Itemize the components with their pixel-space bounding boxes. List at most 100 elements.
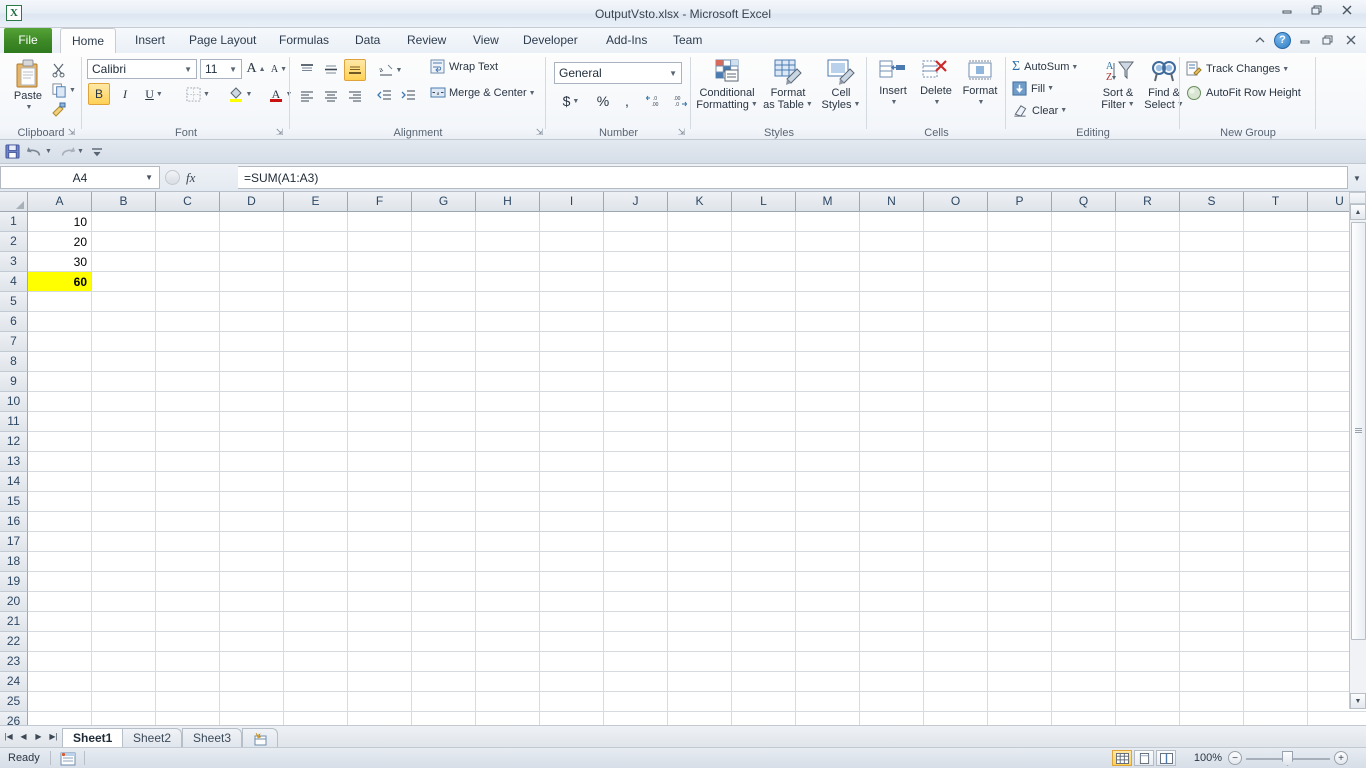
cell-H11[interactable] [476, 412, 540, 432]
page-break-preview-button[interactable] [1156, 750, 1176, 766]
cell-E5[interactable] [284, 292, 348, 312]
column-header-R[interactable]: R [1116, 192, 1180, 212]
cell-C11[interactable] [156, 412, 220, 432]
cell-D21[interactable] [220, 612, 284, 632]
cell-I17[interactable] [540, 532, 604, 552]
cell-N25[interactable] [860, 692, 924, 712]
cell-F12[interactable] [348, 432, 412, 452]
cell-M7[interactable] [796, 332, 860, 352]
cell-R24[interactable] [1116, 672, 1180, 692]
cell-N13[interactable] [860, 452, 924, 472]
cell-O23[interactable] [924, 652, 988, 672]
cell-I12[interactable] [540, 432, 604, 452]
cell-N7[interactable] [860, 332, 924, 352]
cell-K6[interactable] [668, 312, 732, 332]
merge-center-button[interactable]: a Merge & Center ▼ [430, 85, 536, 101]
row-header-18[interactable]: 18 [0, 552, 28, 572]
grow-font-icon[interactable]: A ▲ [245, 58, 267, 80]
row-header-7[interactable]: 7 [0, 332, 28, 352]
cell-H20[interactable] [476, 592, 540, 612]
cell-I4[interactable] [540, 272, 604, 292]
zoom-slider[interactable]: − + [1228, 750, 1348, 766]
row-header-21[interactable]: 21 [0, 612, 28, 632]
cell-N21[interactable] [860, 612, 924, 632]
cell-P6[interactable] [988, 312, 1052, 332]
cell-D19[interactable] [220, 572, 284, 592]
cell-H18[interactable] [476, 552, 540, 572]
row-header-15[interactable]: 15 [0, 492, 28, 512]
cell-M6[interactable] [796, 312, 860, 332]
cell-F13[interactable] [348, 452, 412, 472]
cell-P20[interactable] [988, 592, 1052, 612]
row-header-6[interactable]: 6 [0, 312, 28, 332]
cell-S2[interactable] [1180, 232, 1244, 252]
cell-B19[interactable] [92, 572, 156, 592]
row-header-4[interactable]: 4 [0, 272, 28, 292]
align-middle-icon[interactable] [320, 59, 342, 81]
cell-H6[interactable] [476, 312, 540, 332]
format-painter-icon[interactable] [48, 99, 70, 121]
cell-L11[interactable] [732, 412, 796, 432]
cell-S17[interactable] [1180, 532, 1244, 552]
cell-D11[interactable] [220, 412, 284, 432]
track-changes-button[interactable]: Track Changes ▼ [1186, 61, 1289, 77]
cell-H7[interactable] [476, 332, 540, 352]
cell-J15[interactable] [604, 492, 668, 512]
zoom-thumb[interactable] [1282, 751, 1293, 766]
cell-E10[interactable] [284, 392, 348, 412]
cell-R4[interactable] [1116, 272, 1180, 292]
column-header-C[interactable]: C [156, 192, 220, 212]
cell-R19[interactable] [1116, 572, 1180, 592]
borders-icon[interactable]: ▼ [182, 83, 214, 105]
cell-F23[interactable] [348, 652, 412, 672]
cell-H24[interactable] [476, 672, 540, 692]
cell-I20[interactable] [540, 592, 604, 612]
cell-R18[interactable] [1116, 552, 1180, 572]
cell-A8[interactable] [28, 352, 92, 372]
cell-J22[interactable] [604, 632, 668, 652]
cell-N22[interactable] [860, 632, 924, 652]
cell-J8[interactable] [604, 352, 668, 372]
cell-K9[interactable] [668, 372, 732, 392]
cell-D14[interactable] [220, 472, 284, 492]
cell-E23[interactable] [284, 652, 348, 672]
cell-K13[interactable] [668, 452, 732, 472]
cell-E18[interactable] [284, 552, 348, 572]
cell-L7[interactable] [732, 332, 796, 352]
cell-L18[interactable] [732, 552, 796, 572]
sheet-tab-sheet1[interactable]: Sheet1 [62, 728, 124, 748]
cell-M15[interactable] [796, 492, 860, 512]
cell-D3[interactable] [220, 252, 284, 272]
cell-D5[interactable] [220, 292, 284, 312]
cell-T8[interactable] [1244, 352, 1308, 372]
cell-M19[interactable] [796, 572, 860, 592]
cell-G3[interactable] [412, 252, 476, 272]
cell-H19[interactable] [476, 572, 540, 592]
cell-K15[interactable] [668, 492, 732, 512]
cell-H4[interactable] [476, 272, 540, 292]
cell-N19[interactable] [860, 572, 924, 592]
align-top-icon[interactable] [296, 59, 318, 81]
cell-D16[interactable] [220, 512, 284, 532]
cell-C22[interactable] [156, 632, 220, 652]
tab-view[interactable]: View [462, 28, 510, 53]
align-center-icon[interactable] [320, 85, 342, 107]
cell-G18[interactable] [412, 552, 476, 572]
cell-E25[interactable] [284, 692, 348, 712]
cell-C2[interactable] [156, 232, 220, 252]
column-header-O[interactable]: O [924, 192, 988, 212]
cell-F3[interactable] [348, 252, 412, 272]
cell-Q3[interactable] [1052, 252, 1116, 272]
cell-T23[interactable] [1244, 652, 1308, 672]
row-header-24[interactable]: 24 [0, 672, 28, 692]
cell-D17[interactable] [220, 532, 284, 552]
cell-E12[interactable] [284, 432, 348, 452]
cell-I15[interactable] [540, 492, 604, 512]
cell-O14[interactable] [924, 472, 988, 492]
cell-B8[interactable] [92, 352, 156, 372]
cell-S23[interactable] [1180, 652, 1244, 672]
cell-I11[interactable] [540, 412, 604, 432]
cell-B11[interactable] [92, 412, 156, 432]
cell-Q14[interactable] [1052, 472, 1116, 492]
cell-B26[interactable] [92, 712, 156, 725]
